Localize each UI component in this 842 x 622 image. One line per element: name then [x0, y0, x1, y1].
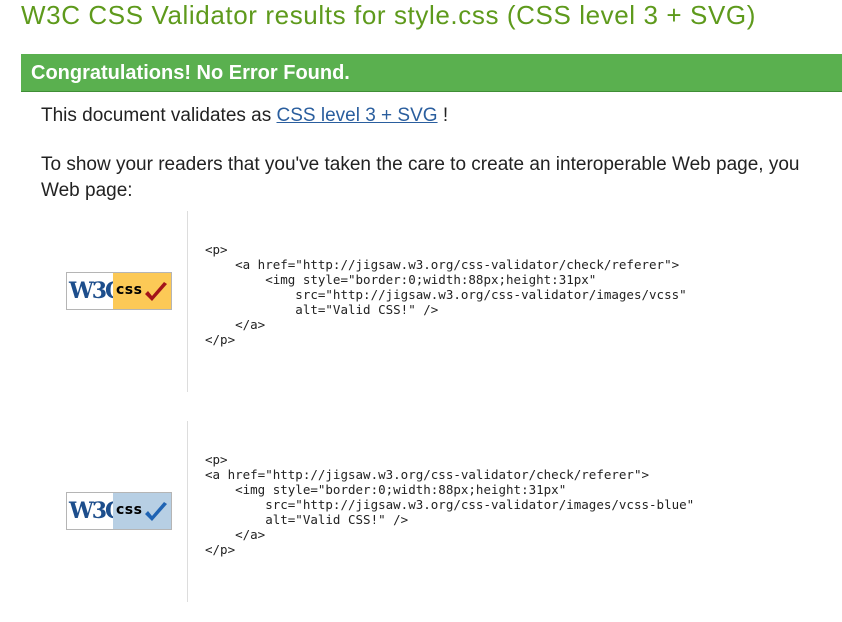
congratulations-message: Congratulations! No Error Found. [31, 62, 350, 84]
badge-row-gold: W3C css <p> <a href="http://jigsaw.w3.or… [41, 211, 841, 392]
divider [187, 211, 188, 392]
readers-line-1: To show your readers that you've taken t… [41, 154, 800, 175]
validation-prefix: This document validates as [41, 105, 277, 126]
validation-statement: This document validates as CSS level 3 +… [41, 105, 448, 127]
checkmark-icon [145, 282, 167, 301]
validation-suffix: ! [437, 105, 449, 126]
readers-line-2: Web page: [41, 180, 133, 201]
valid-css-badge-gold[interactable]: W3C css [66, 272, 172, 310]
badge-code-snippet-gold: <p> <a href="http://jigsaw.w3.org/css-va… [205, 242, 687, 347]
checkmark-icon [145, 502, 167, 521]
badge-row-blue: W3C css <p> <a href="http://jigsaw.w3.or… [41, 421, 841, 602]
w3c-logo: W3C [67, 273, 123, 309]
css-label: css [116, 282, 143, 298]
divider [187, 421, 188, 602]
css-label: css [116, 502, 143, 518]
w3c-logo: W3C [67, 493, 123, 529]
congratulations-banner: Congratulations! No Error Found. [21, 54, 842, 92]
readers-instructions: To show your readers that you've taken t… [41, 152, 842, 204]
badge-code-snippet-blue: <p> <a href="http://jigsaw.w3.org/css-va… [205, 452, 695, 557]
page-title: W3C CSS Validator results for style.css … [21, 0, 756, 30]
css-profile-link[interactable]: CSS level 3 + SVG [277, 105, 438, 126]
valid-css-badge-blue[interactable]: W3C css [66, 492, 172, 530]
badge-cell: W3C css [41, 421, 188, 602]
badge-cell: W3C css [41, 211, 188, 392]
